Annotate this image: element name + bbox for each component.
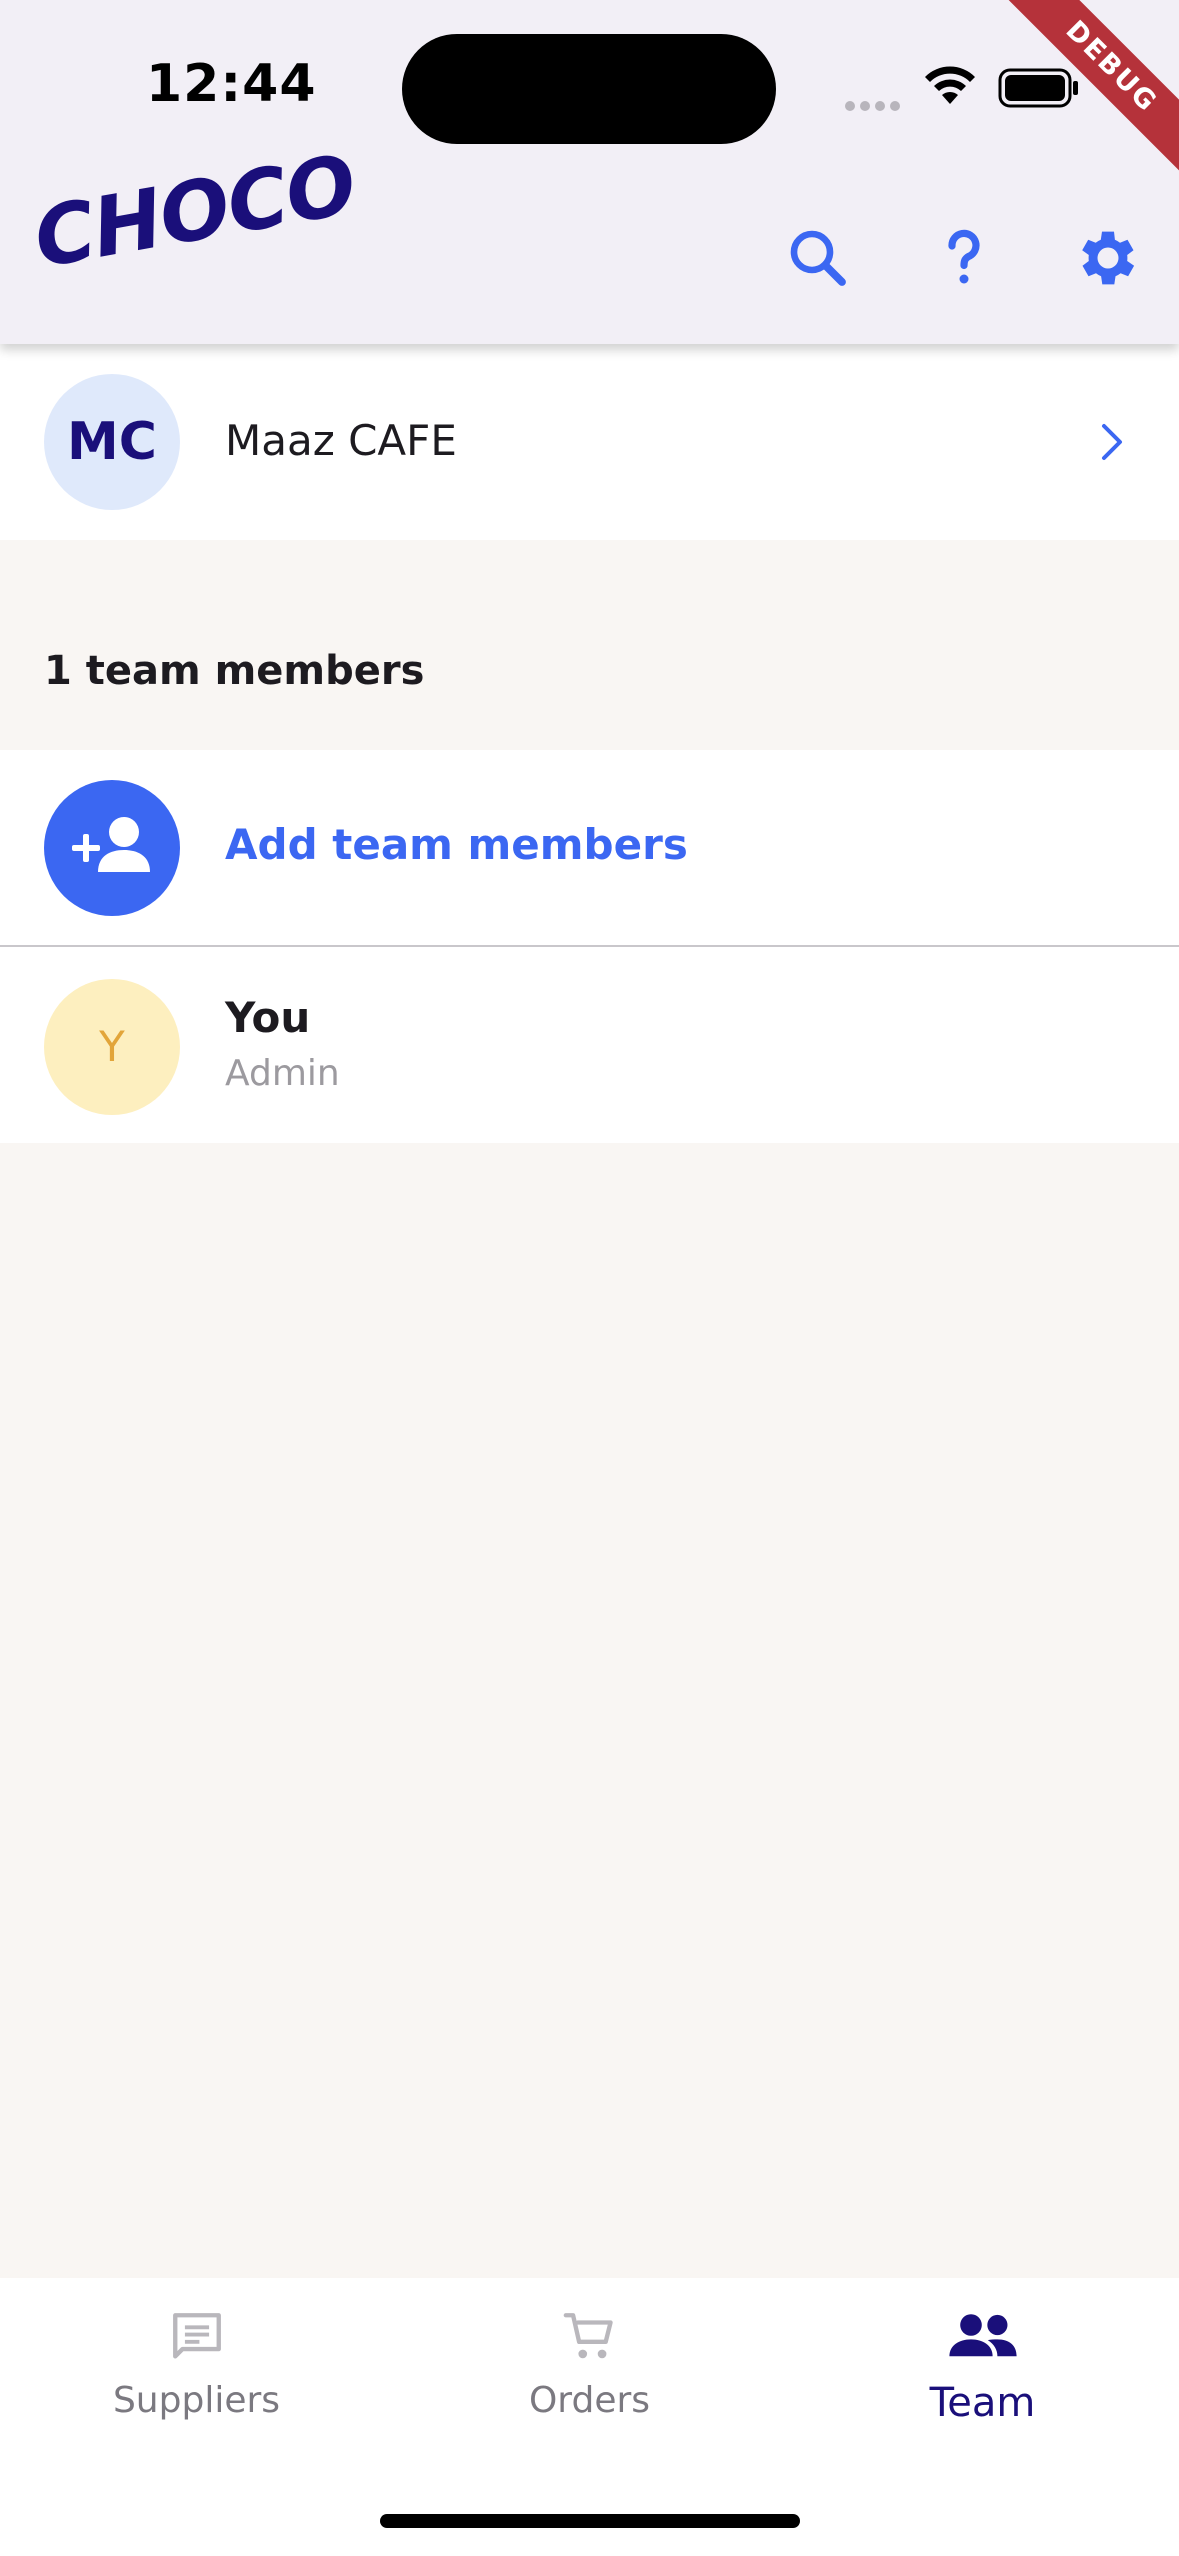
business-name: Maaz CAFE [225,416,457,465]
nav-label: Suppliers [112,2380,281,2421]
chat-list-icon [172,2313,221,2359]
avatar: Y [44,979,180,1115]
people-icon [948,2314,1017,2357]
member-role: Admin [225,1053,340,1094]
business-profile-row[interactable]: MC Maaz CAFE [0,344,1179,540]
nav-item-suppliers[interactable]: Suppliers [0,2278,393,2458]
status-time: 12:44 [146,54,317,114]
help-icon[interactable] [928,222,1000,294]
nav-label: Team [929,2380,1036,2426]
choco-logo: CHOCO [27,137,363,287]
dynamic-island [402,34,776,144]
home-indicator [380,2514,800,2528]
cellular-signal-icon [845,96,905,115]
add-team-members-label: Add team members [225,820,688,869]
wifi-icon [925,66,975,104]
nav-label: Orders [528,2380,651,2421]
list-item[interactable]: Y You Admin [0,947,1179,1143]
cart-icon [563,2313,613,2359]
nav-item-orders[interactable]: Orders [393,2278,786,2458]
add-team-members-button[interactable]: Add team members [0,750,1179,947]
chevron-right-icon [1102,424,1122,460]
battery-icon [998,68,1078,108]
settings-icon[interactable] [1072,222,1144,294]
team-count-heading: 1 team members [44,648,425,694]
avatar: MC [44,374,180,510]
app-header: 12:44 DEBUG CHOCO [0,0,1179,344]
nav-item-team[interactable]: Team [786,2278,1179,2458]
member-name: You [225,993,311,1042]
search-icon[interactable] [782,222,854,294]
add-person-icon [44,780,180,916]
